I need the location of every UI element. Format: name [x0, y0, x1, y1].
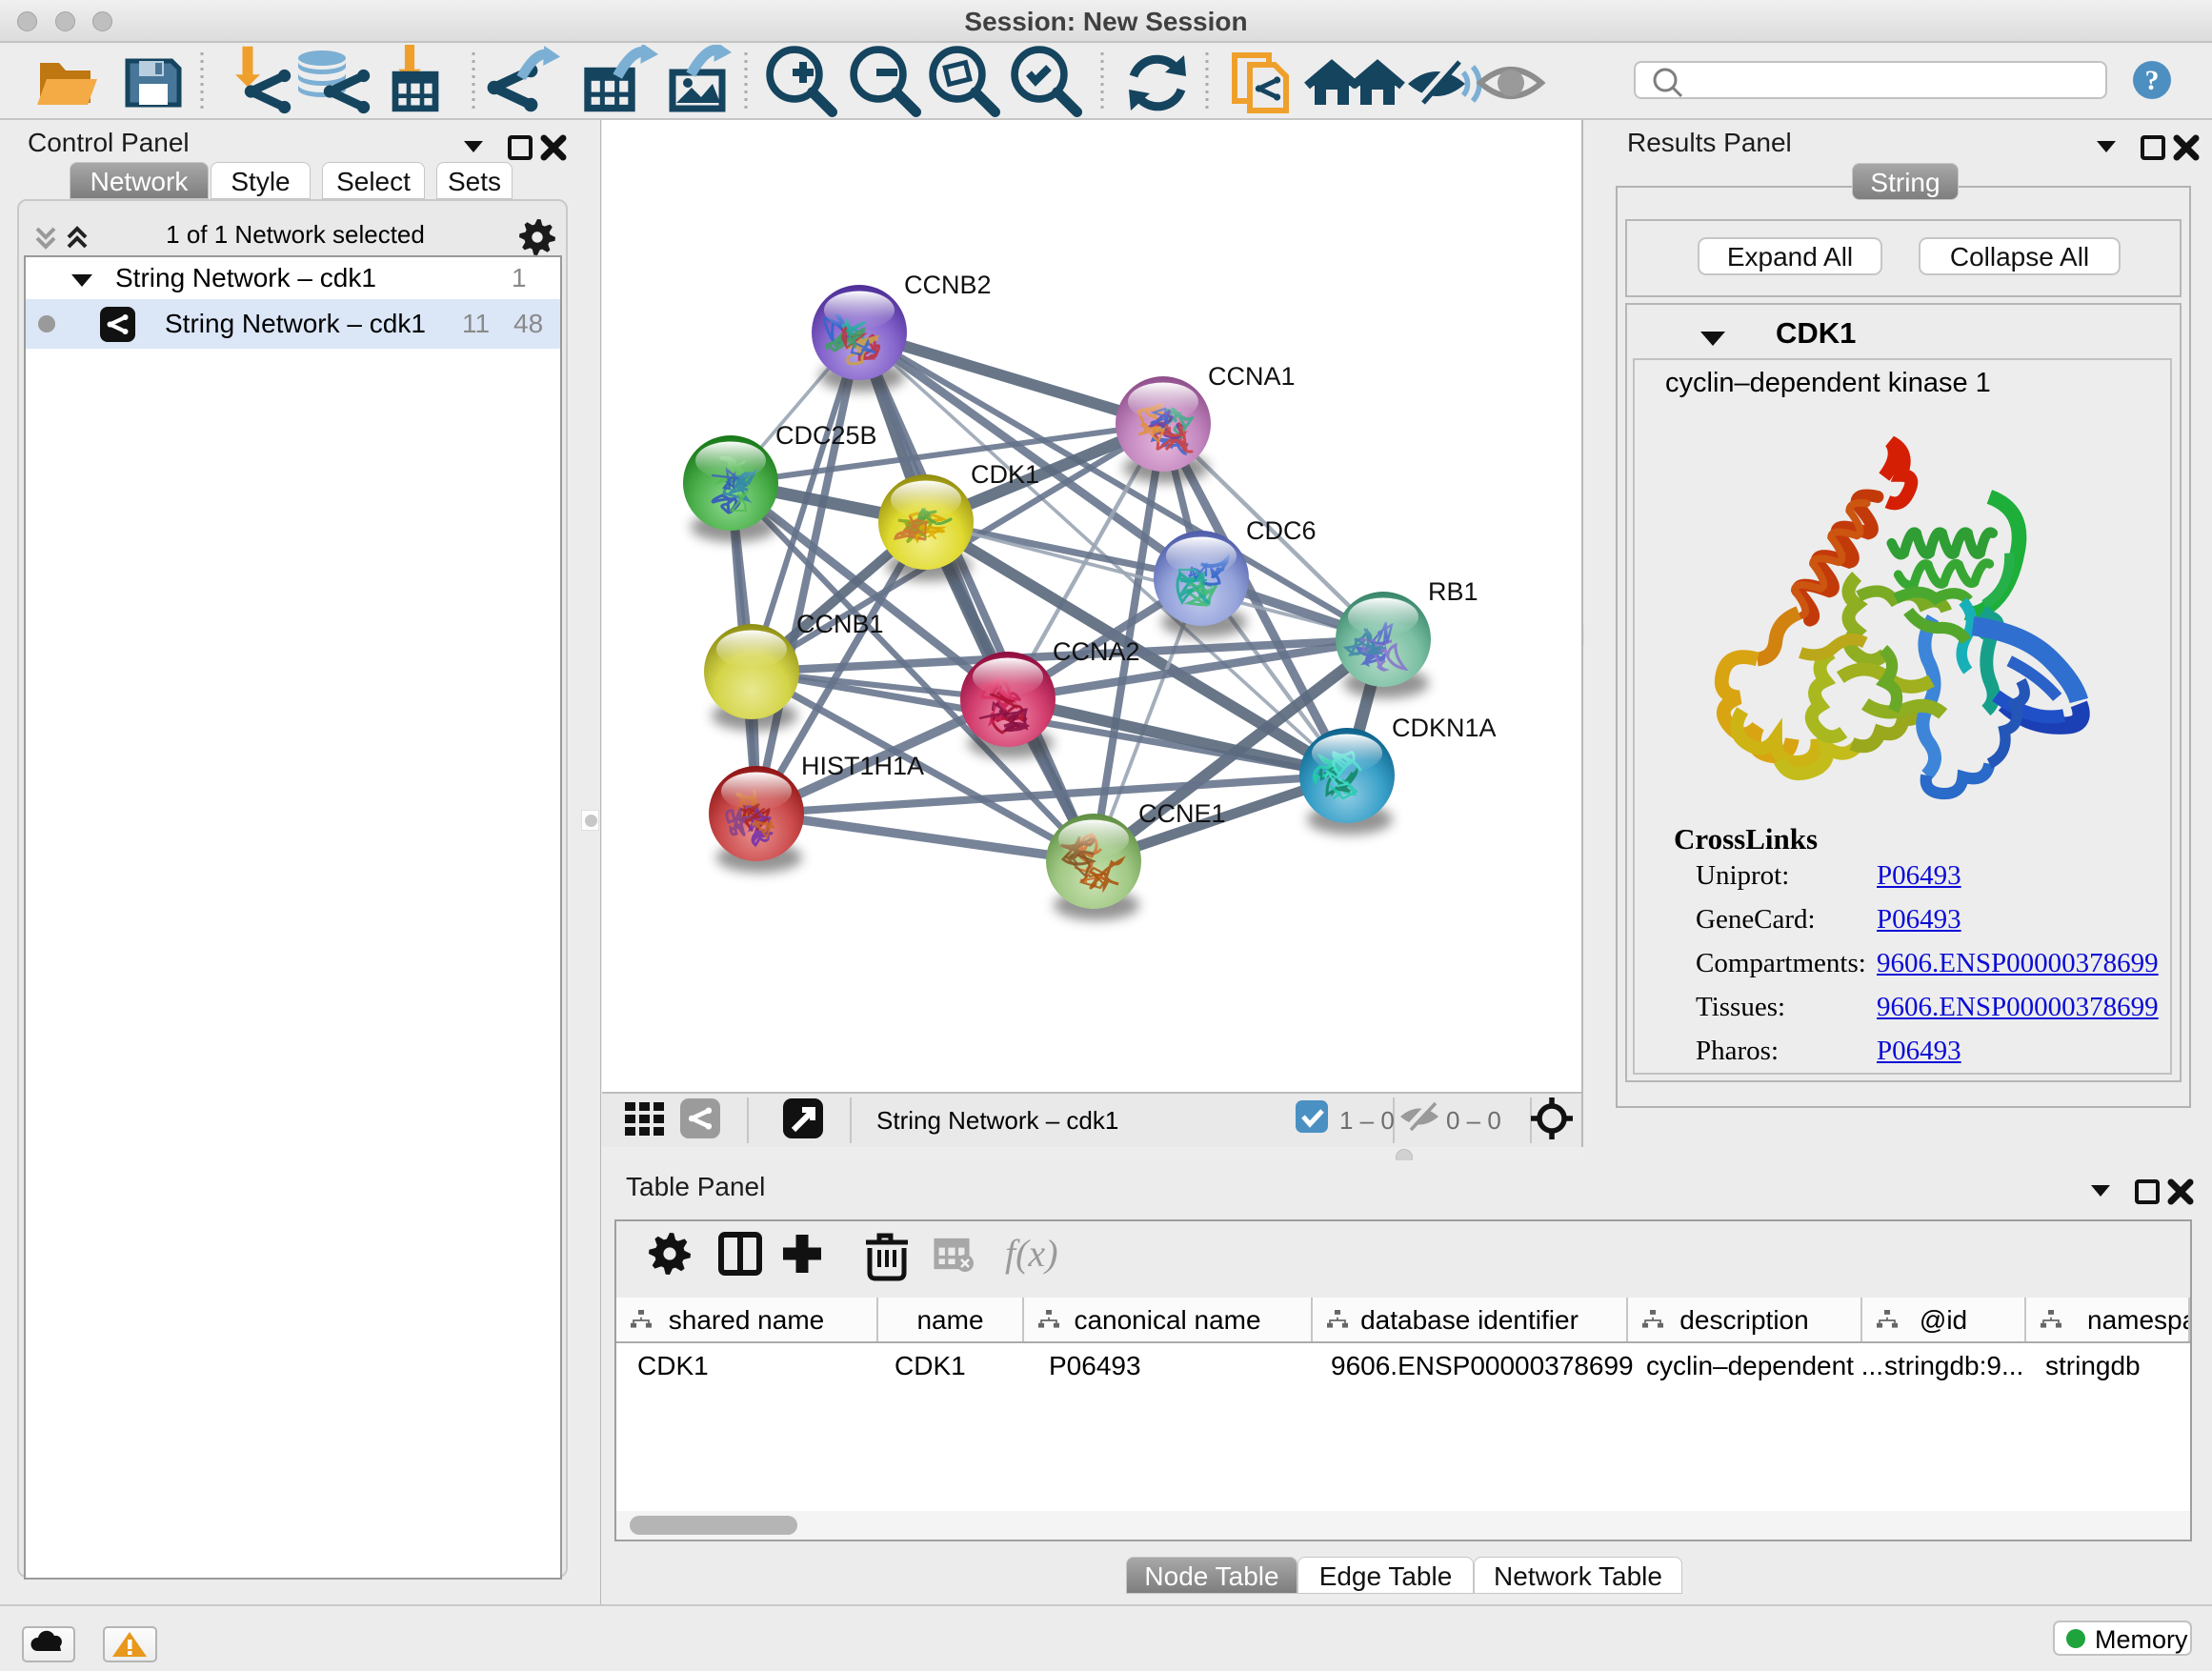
- svg-text:CDC6: CDC6: [1246, 516, 1317, 545]
- svg-text:CCNA1: CCNA1: [1208, 362, 1296, 391]
- svg-text:RB1: RB1: [1428, 577, 1478, 606]
- svg-text:CCNA2: CCNA2: [1053, 637, 1140, 666]
- svg-text:CCNB1: CCNB1: [796, 610, 884, 638]
- svg-text:CCNB2: CCNB2: [904, 271, 992, 299]
- svg-text:HIST1H1A: HIST1H1A: [801, 752, 924, 780]
- svg-text:CDK1: CDK1: [971, 460, 1039, 489]
- svg-text:CDKN1A: CDKN1A: [1392, 714, 1497, 742]
- svg-text:?: ?: [2145, 65, 2160, 96]
- svg-text:CDC25B: CDC25B: [775, 421, 877, 450]
- svg-text:CCNE1: CCNE1: [1138, 799, 1226, 828]
